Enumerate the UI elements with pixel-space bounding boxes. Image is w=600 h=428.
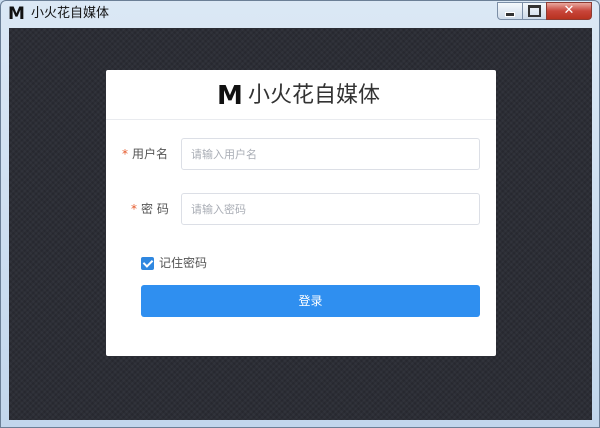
card-header: M 小火花自媒体 [106,70,496,120]
username-label-text: 用户名 [132,147,169,161]
app-logo-icon: M [8,4,25,24]
required-mark: * [122,147,128,161]
required-mark: * [131,202,137,216]
username-input[interactable] [181,138,480,170]
username-label: * 用户名 [122,146,168,162]
password-input[interactable] [181,193,480,225]
remember-password[interactable]: 记住密码 [141,256,207,270]
close-icon: ✕ [563,3,575,18]
brand-logo-icon: M [217,81,243,111]
title-bar[interactable]: M 小火花自媒体 ✕ [1,1,599,28]
remember-checkbox[interactable] [141,256,154,270]
brand-name: 小火花自媒体 [248,83,381,108]
window-title: 小火花自媒体 [31,6,110,21]
password-label: * 密 码 [131,201,169,217]
minimize-button[interactable] [497,2,523,20]
login-card: M 小火花自媒体 * 用户名 * 密 码 记住密码 登录 [106,70,496,356]
login-background: M 小火花自媒体 * 用户名 * 密 码 记住密码 登录 [9,28,592,420]
maximize-button[interactable] [522,2,547,20]
remember-label: 记住密码 [159,256,208,270]
login-button[interactable]: 登录 [141,285,480,317]
close-button[interactable]: ✕ [546,2,592,20]
app-window: M 小火花自媒体 ✕ M 小火花自媒体 * 用户名 * 密 码 记住密码 [0,0,600,428]
password-label-text: 密 码 [141,202,169,216]
